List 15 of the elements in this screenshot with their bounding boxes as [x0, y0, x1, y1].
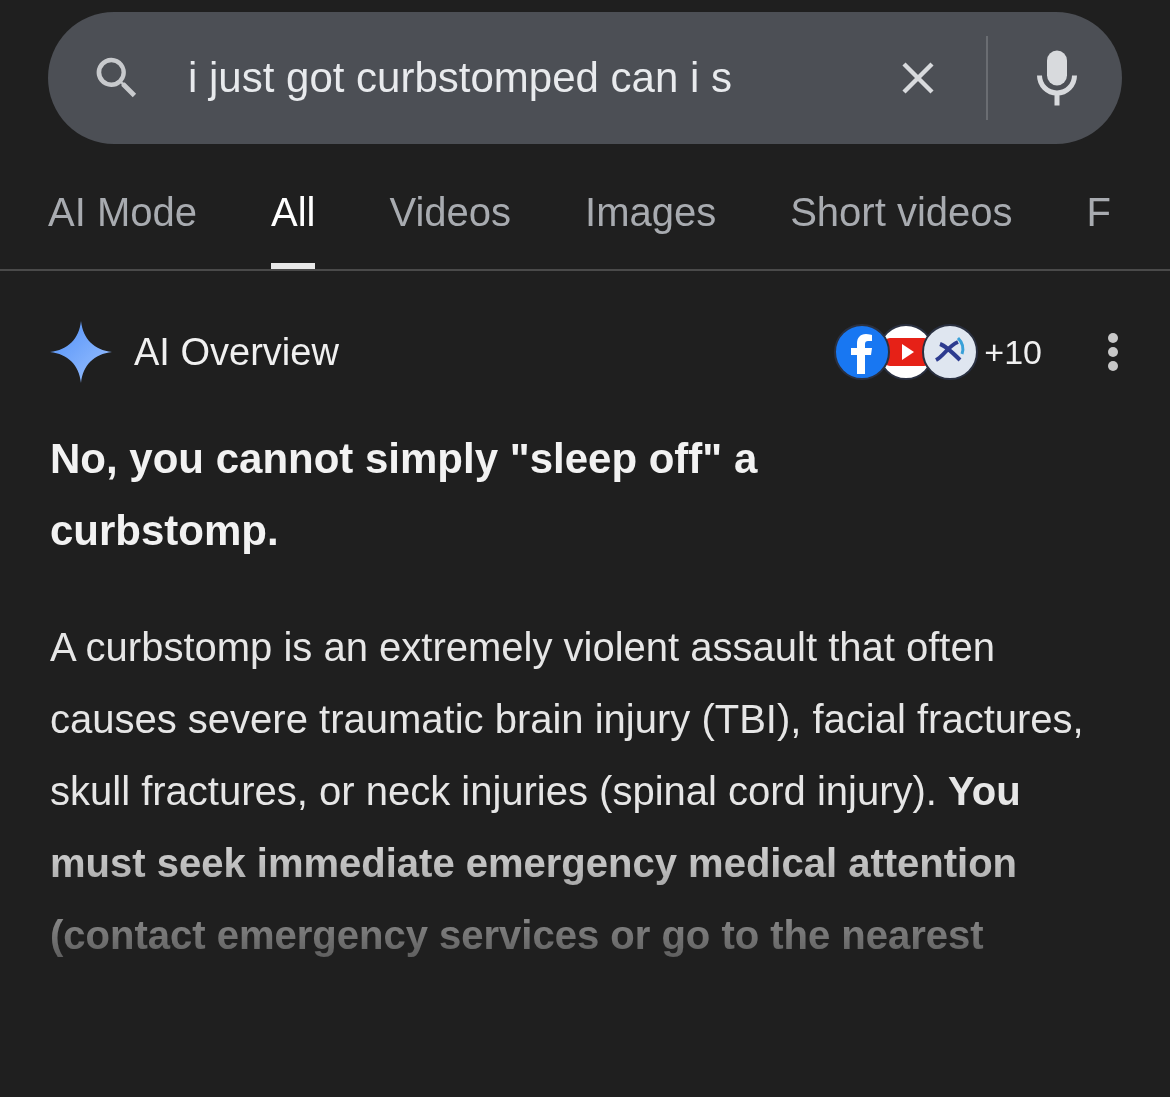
search-tab[interactable]: F	[1086, 180, 1111, 269]
search-tab[interactable]: All	[270, 180, 316, 269]
search-tab[interactable]: AI Mode	[48, 180, 197, 269]
overview-title: AI Overview	[134, 330, 340, 374]
facebook-logo-icon	[834, 324, 891, 380]
search-field[interactable]: i just got curbstomped can i s	[188, 54, 894, 102]
search-tab[interactable]: Videos	[389, 180, 511, 269]
swirl-logo-icon	[922, 324, 979, 380]
answer-paragraph: A curbstomp is an extremely violent assault that often causes severe traumatic brain injury (TBI), facial fractures, skull fractures, or neck injuries (spinal cord injury). You must seek immediate emergency medical attention (contact emergency services or go to the nearest	[50, 624, 1085, 959]
answer-headline: No, you cannot simply "sleep off" a curbstomp.	[50, 434, 759, 556]
source-count[interactable]: +10	[984, 332, 1042, 372]
sparkle-icon	[50, 321, 112, 383]
search-tab[interactable]: Short videos	[790, 180, 1013, 269]
more-options-icon[interactable]	[1106, 331, 1120, 373]
search-tab[interactable]: Images	[585, 180, 717, 269]
